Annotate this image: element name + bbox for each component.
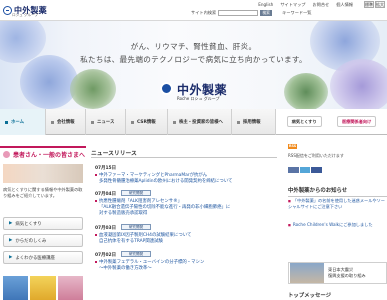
patients-description: 病気とくすりに関する情報や中外製薬の取り組みをご紹介しています。	[3, 187, 83, 199]
hero-subheadline: 私たちは、最先端のテクノロジーで病気に立ち向かっています。	[80, 55, 307, 64]
keyword-list-link[interactable]: キーワード一覧	[282, 10, 311, 16]
top-bar: 中外製薬 ロシュ グループ English サイトマップ お問合せ 個人情報 標…	[0, 0, 387, 21]
link-label: 病気とくすり	[15, 221, 42, 227]
font-size-control: 標準 拡大	[364, 1, 385, 8]
rss-description: RSS配信をご利用いただけます	[288, 153, 344, 158]
facebook-icon[interactable]	[311, 167, 323, 173]
promo-banner-strip[interactable]	[3, 276, 83, 300]
healthcare-professionals-button[interactable]: 医療関係者向け	[336, 116, 377, 127]
patients-title: 患者さん・一般の皆さまへ	[0, 146, 86, 160]
search-button[interactable]: 検索	[260, 10, 273, 16]
hero-logo-group: Roche ロシュ グループ	[177, 96, 220, 101]
medical-lecture-link[interactable]: ▶ よくわかる医療講座	[3, 251, 83, 264]
news-link-continued[interactable]: 多発性骨髄腫治療薬Aplidinの欧州における開発契約を締結について	[99, 178, 232, 184]
search-input[interactable]	[218, 10, 259, 16]
rss-icon[interactable]: RSS	[288, 144, 297, 149]
news-date: 07月03日	[95, 226, 117, 231]
bullet-icon	[95, 174, 97, 176]
arrow-right-icon: ▶	[9, 255, 13, 260]
promo-banner-image	[3, 276, 29, 300]
logo-mark-icon	[3, 6, 12, 15]
right-sidebar: RSS RSS配信をご利用いただけます 中外製薬からのお知らせ 「中外製薬」の名…	[288, 140, 387, 300]
nav-right-buttons: 病気とくすり 医療関係者向け	[276, 109, 387, 135]
category-badge: 研究開発	[121, 251, 151, 257]
category-badge: 研究開発	[121, 224, 151, 230]
bullet-icon	[95, 261, 97, 263]
promo-banner-image	[57, 276, 83, 300]
leaf-image-right	[284, 73, 328, 109]
news-date: 07月02日	[95, 253, 117, 258]
font-size-large-button[interactable]: 拡大	[375, 1, 385, 8]
nav-bullet-icon	[237, 120, 240, 124]
util-link-sitemap[interactable]: サイトマップ	[280, 2, 305, 8]
nav-bullet-icon	[51, 120, 54, 124]
news-date: 07月04日	[95, 192, 117, 197]
nav-bullet-icon	[131, 120, 134, 124]
nav-item-label: 会社情報	[57, 120, 75, 125]
nav-item-label: 株主・投資家の皆様へ	[179, 120, 223, 125]
leaf-image	[70, 69, 116, 109]
patients-panel: 患者さん・一般の皆さまへ 病気とくすりに関する情報や中外製薬の取り組みをご紹介し…	[0, 140, 86, 300]
announcement-link[interactable]: Roche Children's Walkにご参加しました	[288, 222, 387, 228]
nav-item-company[interactable]: 会社情報	[46, 109, 86, 135]
hydrangea-image-right-lower	[330, 59, 387, 109]
social-share-buttons	[288, 167, 323, 173]
twitter-icon[interactable]	[299, 167, 311, 173]
announcement-link[interactable]: 「中外製薬」の名前を使用した迷惑メールやソーシャルサイトにご注意下さい	[288, 198, 387, 210]
bullet-icon	[95, 200, 97, 202]
hero-headline: がん、リウマチ、腎性貧血、肝炎。	[130, 42, 257, 51]
hero-logo-mark-icon	[160, 82, 173, 95]
arrow-right-icon: ▶	[9, 238, 13, 243]
nav-item-label: 採用情報	[243, 120, 261, 125]
link-label: よくわかる医療講座	[15, 255, 55, 261]
disease-medicine-link[interactable]: ▶ 病気とくすり	[3, 217, 83, 230]
hero-banner: がん、リウマチ、腎性貧血、肝炎。 私たちは、最先端のテクノロジーで病気に立ち向か…	[0, 21, 387, 109]
patients-title-text: 患者さん・一般の皆さまへ	[13, 151, 86, 159]
util-link-english[interactable]: English	[258, 2, 273, 8]
nav-item-news[interactable]: ニュース	[86, 109, 126, 135]
news-link-continued[interactable]: 自己抗体を有するTRAP関連試験	[99, 238, 163, 244]
category-badge: 研究開発	[121, 190, 151, 196]
top-message-title: トップメッセージ	[288, 293, 332, 299]
bullet-icon	[95, 234, 97, 236]
nav-bullet-icon	[91, 120, 94, 124]
news-link-continued[interactable]: ～中外製薬の働き方改革～	[99, 265, 152, 271]
share-icon[interactable]	[288, 167, 299, 173]
announcements-title: 中外製薬からのお知らせ	[288, 186, 387, 197]
news-date: 07月15日	[95, 166, 117, 171]
nav-item-investors[interactable]: 株主・投資家の皆様へ	[168, 109, 232, 135]
earthquake-support-subtitle: 復興支援の取り組み	[328, 273, 366, 278]
promo-banner-image	[30, 276, 56, 300]
util-link-privacy[interactable]: 個人情報	[336, 2, 353, 8]
news-release-title: ニュースリリース	[91, 148, 277, 158]
nav-item-label: ホーム	[11, 120, 25, 125]
font-size-normal-button[interactable]: 標準	[364, 1, 374, 8]
util-link-contact[interactable]: お問合せ	[312, 2, 329, 8]
header-logo-group: ロシュ グループ	[12, 13, 39, 17]
nav-item-home[interactable]: ホーム	[0, 109, 46, 135]
earthquake-support-banner[interactable]: 東日本大震災 復興支援の取り組み	[288, 262, 387, 284]
arrow-right-icon: ▶	[9, 221, 13, 226]
disease-medicine-button[interactable]: 病気とくすり	[286, 116, 322, 127]
search-label: サイト内検索	[191, 10, 217, 15]
hero-logo: 中外製薬 Roche ロシュ グループ	[160, 80, 256, 102]
earthquake-support-image	[290, 263, 324, 283]
utility-links: English サイトマップ お問合せ 個人情報	[258, 2, 353, 8]
body-mechanism-link[interactable]: ▶ からだのしくみ	[3, 234, 83, 247]
patients-photo	[3, 164, 83, 183]
nav-bullet-icon	[5, 120, 8, 124]
link-label: からだのしくみ	[15, 238, 47, 244]
site-search: サイト内検索 検索 キーワード一覧	[191, 10, 311, 16]
global-nav: ホーム 会社情報 ニュース CSR情報 株主・投資家の皆様へ 採用情報	[0, 109, 276, 135]
nav-item-csr[interactable]: CSR情報	[126, 109, 168, 135]
nav-item-label: CSR情報	[137, 120, 156, 125]
earthquake-support-text: 東日本大震災 復興支援の取り組み	[324, 267, 366, 279]
news-release-panel: ニュースリリース 07月15日 中外ファーマ・マーケティングとPharmaMar…	[91, 140, 277, 300]
nav-item-careers[interactable]: 採用情報	[232, 109, 276, 135]
news-link-continued[interactable]: 対する製造販売承認取得	[99, 210, 147, 216]
nav-item-label: ニュース	[97, 120, 115, 125]
nav-bullet-icon	[173, 120, 176, 124]
person-icon	[3, 150, 10, 158]
